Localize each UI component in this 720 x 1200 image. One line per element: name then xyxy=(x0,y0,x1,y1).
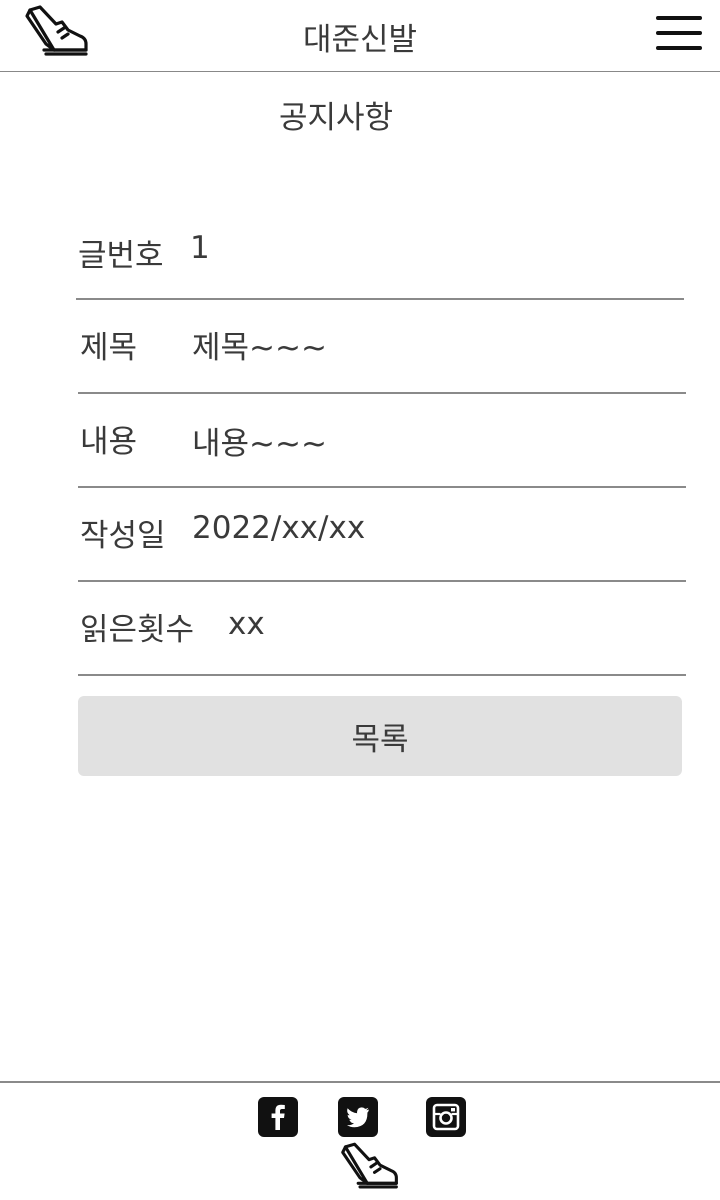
field-value: 2022/xx/xx xyxy=(192,510,366,546)
field-value: 제목~~~ xyxy=(192,330,327,366)
sneaker-icon xyxy=(25,5,88,56)
field-row-title: 제목 제목~~~ xyxy=(78,300,686,394)
field-row-number: 글번호 1 xyxy=(76,206,684,300)
site-title-text[interactable]: 대준신발 xyxy=(303,22,417,58)
home-logo-link[interactable] xyxy=(24,4,90,58)
field-value: 내용~~~ xyxy=(192,426,327,462)
facebook-link[interactable] xyxy=(258,1097,298,1137)
footer-logo xyxy=(340,1141,400,1191)
field-label: 글번호 xyxy=(78,238,164,274)
field-label: 읽은횟수 xyxy=(80,612,195,648)
facebook-icon xyxy=(271,1104,285,1130)
notice-detail-page: 대준신발 공지사항 글번호 1 제목 제목~~~ 내용 내용~~~ 작성일 20… xyxy=(0,0,720,1200)
site-footer xyxy=(0,1081,720,1200)
field-row-content: 내용 내용~~~ xyxy=(78,394,686,488)
twitter-link[interactable] xyxy=(338,1097,378,1137)
instagram-icon xyxy=(432,1103,460,1131)
hamburger-menu-button[interactable] xyxy=(656,14,704,52)
field-label: 내용 xyxy=(80,424,138,460)
hamburger-menu-icon xyxy=(656,16,702,20)
field-row-date: 작성일 2022/xx/xx xyxy=(78,488,686,582)
sneaker-icon xyxy=(341,1142,398,1189)
site-header: 대준신발 xyxy=(0,0,720,72)
site-title: 대준신발 xyxy=(0,14,720,59)
field-value: xx xyxy=(228,606,265,642)
menu-bar-bottom xyxy=(656,46,702,50)
twitter-icon xyxy=(347,1107,369,1128)
field-label: 작성일 xyxy=(80,518,166,554)
page-heading: 공지사항 xyxy=(278,100,394,136)
field-value: 1 xyxy=(190,230,210,266)
menu-bar-middle xyxy=(656,31,702,35)
field-row-views: 읽은횟수 xx xyxy=(78,582,686,676)
instagram-link[interactable] xyxy=(426,1097,466,1137)
field-label: 제목 xyxy=(80,330,138,366)
back-to-list-button[interactable]: 목록 xyxy=(78,696,682,776)
